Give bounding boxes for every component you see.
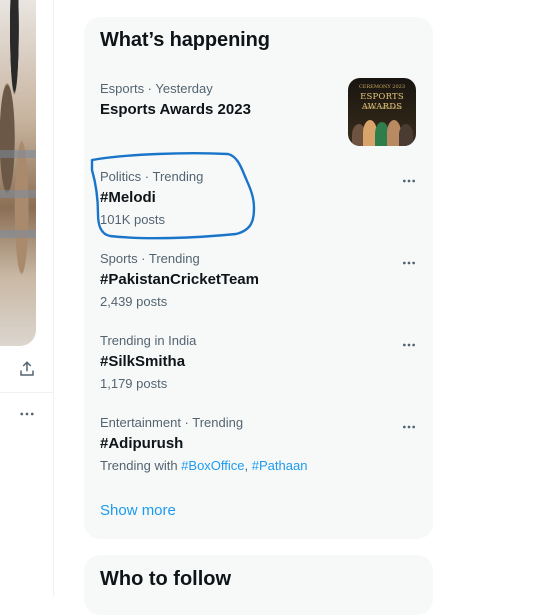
link-separator: , [244,458,252,473]
panel-title: Who to follow [100,568,232,590]
trend-post-count: 1,179 posts [100,376,168,391]
trend-topic: #SilkSmitha [100,353,186,370]
trend-topic: Esports Awards 2023 [100,101,251,118]
panel-title: What’s happening [100,29,270,51]
hashtag-link-pathaan[interactable]: #Pathaan [252,458,308,473]
trending-with-label: Trending with [100,458,182,473]
trend-topic: #PakistanCricketTeam [100,271,259,288]
trend-thumbnail-image[interactable]: CEREMONY 2023 ESPORTS AWARDS ARENA · LAS… [348,78,416,146]
more-horizontal-icon[interactable] [399,253,419,273]
trend-item-adipurush[interactable]: Entertainment · Trending #Adipurush Tren… [84,409,433,481]
more-horizontal-icon[interactable] [399,335,419,355]
thumbnail-caption-sub: ARENA · LAS VEGAS [362,105,402,110]
trend-item-pakistan-cricket[interactable]: Sports · Trending #PakistanCricketTeam 2… [84,245,433,317]
whats-happening-panel: What’s happening Esports · Yesterday Esp… [84,17,433,539]
trend-meta: Politics · Trending [100,169,204,184]
timeline-column-edge [0,0,54,597]
more-horizontal-icon[interactable] [399,171,419,191]
trend-meta: Sports · Trending [100,251,200,266]
trend-item-melodi[interactable]: Politics · Trending #Melodi 101K posts [84,163,433,235]
trend-post-count: 2,439 posts [100,294,168,309]
trend-meta: Trending in India [100,333,197,348]
hashtag-link-boxoffice[interactable]: #BoxOffice [181,458,244,473]
thumbnail-caption-top: CEREMONY 2023 [358,84,406,90]
trend-item-silk-smitha[interactable]: Trending in India #SilkSmitha 1,179 post… [84,327,433,399]
trend-meta: Esports · Yesterday [100,81,213,96]
post-divider [0,392,53,393]
trend-post-count: 101K posts [100,212,166,227]
trend-meta: Entertainment · Trending [100,415,244,430]
post-media-image[interactable] [0,0,36,346]
who-to-follow-panel: Who to follow [84,555,433,615]
show-more-link[interactable]: Show more [100,502,176,519]
more-horizontal-icon[interactable] [399,417,419,437]
more-horizontal-icon[interactable] [14,401,40,427]
trend-topic: #Melodi [100,189,156,206]
trend-topic: #Adipurush [100,435,184,452]
trending-with-line: Trending with #BoxOffice, #Pathaan [100,458,307,473]
share-icon[interactable] [14,356,40,382]
